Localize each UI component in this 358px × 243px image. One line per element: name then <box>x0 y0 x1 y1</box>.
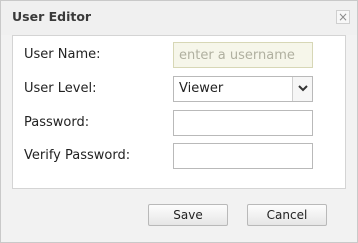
user-level-value: Viewer <box>179 81 224 96</box>
cancel-button[interactable]: Cancel <box>247 204 327 226</box>
user-level-label: User Level: <box>24 81 97 96</box>
verify-password-label: Verify Password: <box>24 148 131 163</box>
user-level-select[interactable]: Viewer <box>173 76 313 102</box>
dialog-title: User Editor <box>12 9 92 24</box>
password-field[interactable] <box>173 110 313 136</box>
close-icon: × <box>337 10 349 24</box>
username-label: User Name: <box>24 47 101 62</box>
verify-password-field[interactable] <box>173 143 313 169</box>
dialog-titlebar: User Editor × <box>1 1 357 35</box>
close-button[interactable]: × <box>336 10 350 24</box>
dropdown-button[interactable] <box>292 77 312 101</box>
username-field[interactable] <box>173 42 313 68</box>
user-editor-dialog: User Editor × User Name: User Level: Vie… <box>0 0 358 243</box>
save-button[interactable]: Save <box>148 204 228 226</box>
password-label: Password: <box>24 115 90 130</box>
form-panel: User Name: User Level: Viewer Password: … <box>12 35 346 189</box>
chevron-down-icon <box>298 85 308 92</box>
